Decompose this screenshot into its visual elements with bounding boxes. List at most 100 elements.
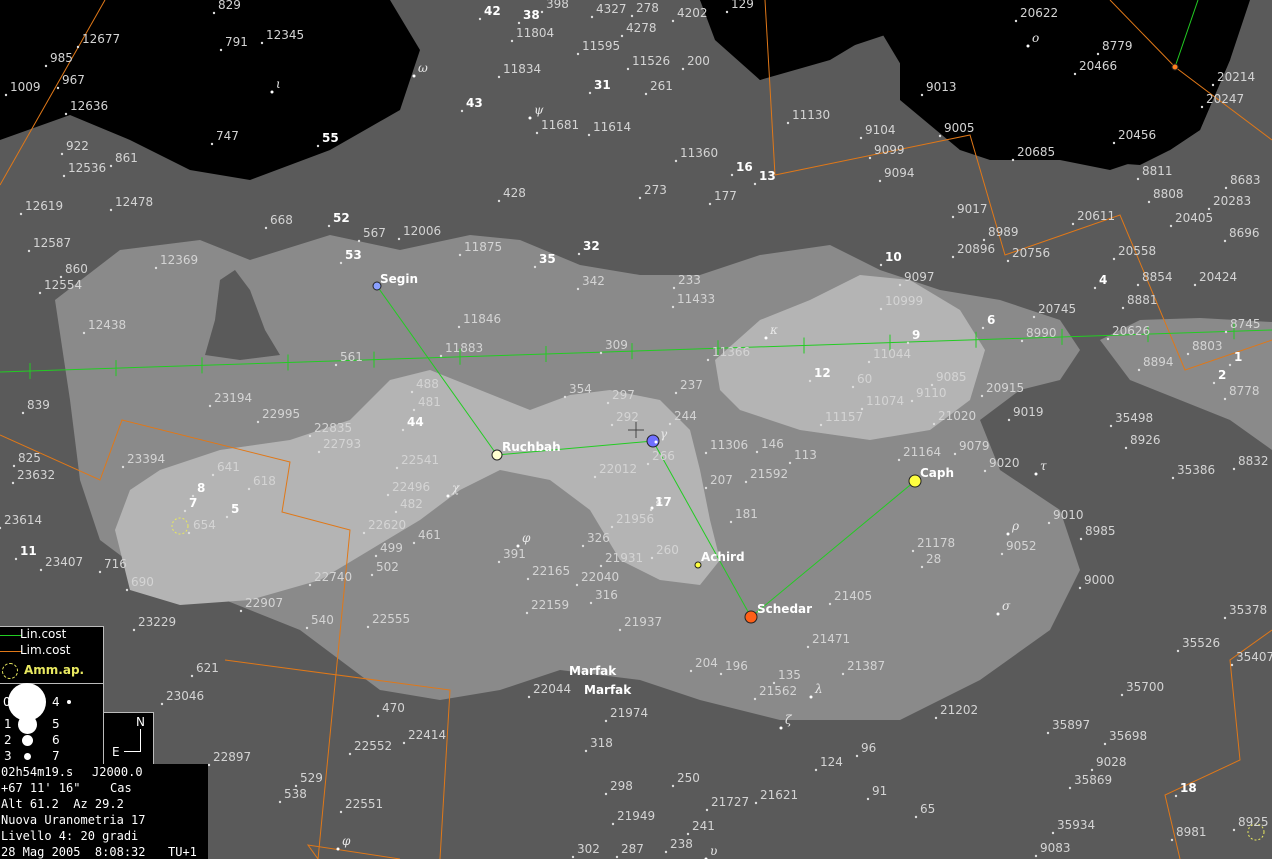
star-dot — [527, 695, 531, 699]
star-dot — [260, 41, 264, 45]
catalog-label: 260 — [656, 543, 679, 557]
star-dot — [1223, 397, 1227, 401]
star-dot — [983, 469, 987, 473]
star-dot — [604, 792, 608, 796]
catalog-label: 20622 — [1020, 6, 1058, 20]
star-dot — [1232, 828, 1236, 832]
catalog-label: 22995 — [262, 407, 300, 421]
star-dot — [866, 797, 870, 801]
catalog-label: 8811 — [1142, 164, 1173, 178]
catalog-label: 113 — [794, 448, 817, 462]
star-name-label: Caph — [920, 466, 954, 480]
catalog-label: 21164 — [903, 445, 941, 459]
star-dot — [704, 451, 708, 455]
catalog-label: 22555 — [372, 612, 410, 626]
catalog-label: 302 — [577, 842, 600, 856]
catalog-label: 825 — [18, 451, 41, 465]
catalog-label: 35526 — [1182, 636, 1220, 650]
star-dot — [646, 462, 650, 466]
legend-mag-7: 7 — [52, 749, 60, 763]
star-dot — [308, 583, 312, 587]
catalog-label: 233 — [678, 273, 701, 287]
star-dot — [446, 494, 450, 498]
catalog-label: 391 — [503, 547, 526, 561]
star-dot — [395, 466, 399, 470]
star-dot — [533, 265, 537, 269]
star-dot — [719, 672, 723, 676]
catalog-label: 12478 — [115, 195, 153, 209]
star-dot — [814, 768, 818, 772]
star-dot — [920, 93, 924, 97]
star-dot — [239, 609, 243, 613]
star-dot — [618, 628, 622, 632]
star-dot — [76, 45, 80, 49]
star-name-label: Achird — [701, 550, 745, 564]
star-dot — [604, 719, 608, 723]
star-dot — [672, 286, 676, 290]
catalog-label: 9052 — [1006, 539, 1037, 553]
star-dot — [1212, 381, 1216, 385]
star-dot — [1186, 352, 1190, 356]
star-dot — [1112, 257, 1116, 261]
catalog-label: 8803 — [1192, 339, 1223, 353]
star-dot — [910, 399, 914, 403]
star-dot — [132, 628, 136, 632]
star-dot — [457, 325, 461, 329]
catalog-label: 35869 — [1074, 773, 1112, 787]
star-dot — [664, 850, 668, 854]
star-dot — [576, 52, 580, 56]
catalog-label: 23046 — [166, 689, 204, 703]
star-dot — [689, 669, 693, 673]
catalog-label: 31 — [594, 78, 611, 92]
star-dot — [599, 351, 603, 355]
star-dot — [211, 473, 215, 477]
legend-mag-0: 0 — [3, 695, 11, 709]
catalog-label: 482 — [400, 497, 423, 511]
sky-map[interactable]: Segin Ruchbah Achird Schedar Caph Marfak Marfa… — [0, 0, 1272, 859]
catalog-label: 488 — [416, 377, 439, 391]
star-dot — [668, 422, 672, 426]
catalog-label: 20558 — [1118, 244, 1156, 258]
catalog-label: 292 — [616, 410, 639, 424]
star-chart[interactable]: Segin Ruchbah Achird Schedar Caph Marfak Marfa… — [0, 0, 1272, 859]
catalog-label: 35897 — [1052, 718, 1090, 732]
star-dot — [1193, 283, 1197, 287]
star-dot — [1174, 794, 1178, 798]
catalog-label: 60 — [857, 372, 872, 386]
catalog-label: 20466 — [1079, 59, 1117, 73]
catalog-label: 9104 — [865, 123, 896, 137]
star-name-label: Marfak — [569, 664, 617, 678]
catalog-label: 9099 — [874, 143, 905, 157]
star-dot — [4, 93, 8, 97]
star-dot — [339, 261, 343, 265]
star-dot — [610, 423, 614, 427]
star-dot — [788, 461, 792, 465]
catalog-label: 22165 — [532, 564, 570, 578]
catalog-label: 922 — [66, 139, 89, 153]
catalog-label: 8683 — [1230, 173, 1261, 187]
catalog-label: 20283 — [1213, 194, 1251, 208]
catalog-label: 4 — [1099, 273, 1107, 287]
catalog-label: 1 — [1234, 350, 1242, 364]
star-dot — [357, 239, 361, 243]
catalog-label: 11883 — [445, 341, 483, 355]
info-altaz: Alt 61.2 Az 29.2 — [1, 797, 124, 811]
legend-lim-cost-swatch — [0, 651, 22, 652]
star-dot — [1136, 283, 1140, 287]
catalog-label: 196 — [725, 659, 748, 673]
star-dot — [982, 238, 986, 242]
star-dot — [1137, 368, 1141, 372]
star-dot — [348, 752, 352, 756]
catalog-label: 298 — [610, 779, 633, 793]
catalog-label: 177 — [714, 189, 737, 203]
catalog-label: 9085 — [936, 370, 967, 384]
star-dot — [1124, 446, 1128, 450]
catalog-label: 316 — [595, 588, 618, 602]
star-dot — [208, 404, 212, 408]
catalog-label: 20896 — [957, 242, 995, 256]
catalog-label: 241 — [692, 819, 715, 833]
catalog-label: 23407 — [45, 555, 83, 569]
star-dot — [729, 520, 733, 524]
star-dot — [611, 822, 615, 826]
catalog-label: 1009 — [10, 80, 41, 94]
